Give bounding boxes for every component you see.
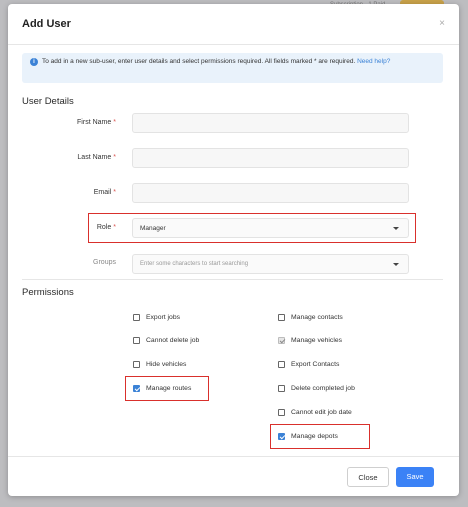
info-banner: i To add in a new sub-user, enter user d… (22, 53, 443, 83)
role-select[interactable]: Manager (132, 218, 409, 238)
first-name-label: First Name * (77, 119, 116, 126)
user-details-heading: User Details (22, 96, 74, 107)
perm-cannot-edit-job-date[interactable]: Cannot edit job date (278, 409, 352, 416)
last-name-field[interactable] (132, 148, 409, 168)
checkbox[interactable] (133, 337, 140, 344)
modal-footer: Close Save (8, 456, 459, 496)
perm-export-jobs[interactable]: Export jobs (133, 314, 180, 321)
groups-placeholder: Enter some characters to start searching (140, 261, 249, 267)
last-name-label: Last Name * (77, 154, 116, 161)
email-field[interactable] (132, 183, 409, 203)
divider (22, 279, 443, 280)
perm-manage-vehicles: Manage vehicles (278, 337, 342, 344)
perm-manage-depots[interactable]: Manage depots (278, 433, 338, 440)
checkbox-checked[interactable] (133, 385, 140, 392)
close-button[interactable]: Close (347, 467, 389, 487)
perm-hide-vehicles[interactable]: Hide vehicles (133, 361, 186, 368)
add-user-modal: Add User × i To add in a new sub-user, e… (8, 4, 459, 496)
checkbox[interactable] (278, 361, 285, 368)
info-icon: i (30, 58, 38, 66)
checkbox-checked[interactable] (278, 433, 285, 440)
checkbox[interactable] (278, 385, 285, 392)
permissions-heading: Permissions (22, 287, 74, 298)
perm-cannot-delete-job[interactable]: Cannot delete job (133, 337, 199, 344)
chevron-down-icon (393, 263, 399, 266)
checkbox[interactable] (133, 314, 140, 321)
perm-delete-completed-job[interactable]: Delete completed job (278, 385, 355, 392)
perm-export-contacts[interactable]: Export Contacts (278, 361, 339, 368)
info-text: To add in a new sub-user, enter user det… (42, 57, 437, 67)
groups-select[interactable]: Enter some characters to start searching (132, 254, 409, 274)
groups-label: Groups (93, 259, 116, 266)
info-message: To add in a new sub-user, enter user det… (42, 58, 356, 65)
checkbox-disabled-checked (278, 337, 285, 344)
modal-title: Add User (22, 18, 71, 30)
perm-manage-routes[interactable]: Manage routes (133, 385, 191, 392)
perm-manage-contacts[interactable]: Manage contacts (278, 314, 343, 321)
chevron-down-icon (393, 227, 399, 230)
save-button[interactable]: Save (396, 467, 434, 487)
modal-header: Add User × (8, 4, 459, 45)
role-value: Manager (140, 225, 166, 232)
role-label: Role * (96, 224, 116, 231)
email-label: Email * (93, 189, 116, 196)
first-name-field[interactable] (132, 113, 409, 133)
need-help-link[interactable]: Need help? (357, 58, 390, 65)
checkbox[interactable] (278, 409, 285, 416)
checkbox[interactable] (133, 361, 140, 368)
close-icon[interactable]: × (439, 18, 445, 29)
checkbox[interactable] (278, 314, 285, 321)
